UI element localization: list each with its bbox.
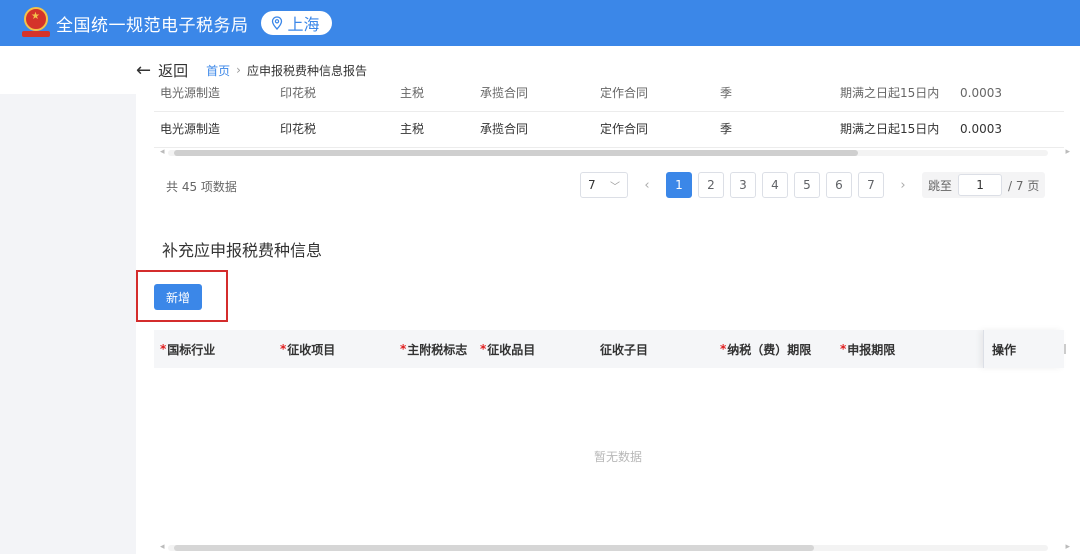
supplement-table-hscrollbar[interactable]: ◂ ▸ <box>160 542 1070 552</box>
page-button[interactable]: 6 <box>826 172 852 198</box>
app-title: 全国统一规范电子税务局 <box>56 15 249 36</box>
page-button[interactable]: 2 <box>698 172 724 198</box>
table-row: 电光源制造 印花税 主税 承揽合同 定作合同 季 期满之日起15日内 0.000… <box>154 110 1064 148</box>
empty-state: 暂无数据 <box>594 450 643 464</box>
column-header-sub-item: 征收子目 <box>600 342 649 357</box>
scroll-left-icon[interactable]: ◂ <box>160 147 165 157</box>
region-label: 上海 <box>287 15 320 34</box>
cell-item: 印花税 <box>280 122 317 136</box>
scroll-thumb[interactable] <box>174 545 814 551</box>
cell-rate: 0.0003 <box>960 85 1002 100</box>
page-size-select[interactable]: 7 ﹀ <box>580 172 628 198</box>
column-header-actions: 操作 <box>983 330 1066 368</box>
add-button[interactable]: 新增 <box>154 284 202 310</box>
cell-sub-item: 定作合同 <box>600 86 649 100</box>
cell-period: 季 <box>720 122 733 136</box>
page-button[interactable]: 5 <box>794 172 820 198</box>
column-header-period: * 纳税（费）期限 <box>720 342 812 357</box>
column-header-industry: * 国标行业 <box>160 342 216 357</box>
prev-page-icon[interactable]: ‹ <box>634 178 660 193</box>
scroll-right-icon[interactable]: ▸ <box>1065 147 1070 157</box>
jump-suffix: / 7 页 <box>1008 178 1040 193</box>
scroll-left-icon[interactable]: ◂ <box>160 542 165 552</box>
page-jumper: 跳至 1 / 7 页 <box>922 172 1046 198</box>
column-edge <box>1064 344 1066 354</box>
upper-table-hscrollbar[interactable]: ◂ ▸ <box>160 147 1070 157</box>
jump-label: 跳至 <box>928 178 953 193</box>
cell-sub-item: 定作合同 <box>600 122 649 136</box>
left-sidebar <box>0 46 136 554</box>
top-header: ★ 全国统一规范电子税务局 上海 <box>0 0 1080 46</box>
section-title: 补充应申报税费种信息 <box>162 241 323 260</box>
page-button[interactable]: 1 <box>666 172 692 198</box>
scroll-thumb[interactable] <box>174 150 858 156</box>
page-button[interactable]: 4 <box>762 172 788 198</box>
cell-declare-period: 期满之日起15日内 <box>840 122 940 136</box>
cell-period: 季 <box>720 86 733 100</box>
back-arrow-icon: ← <box>136 59 152 81</box>
content-panel: 电光源制造 印花税 主税 承揽合同 定作合同 季 期满之日起15日内 0.000… <box>136 86 1080 554</box>
cell-category: 承揽合同 <box>480 122 529 136</box>
cell-industry: 电光源制造 <box>160 122 221 136</box>
tax-emblem-icon: ★ <box>22 7 50 39</box>
scroll-right-icon[interactable]: ▸ <box>1065 542 1070 552</box>
pagination: 7 ﹀ ‹ 1234567 › 跳至 1 / 7 页 <box>580 172 1046 198</box>
supplement-table-header: * 国标行业 * 征收项目 * 主附税标志 * 征收品目 征收子目 * 纳税（费）期限 *… <box>154 330 1066 368</box>
cell-category: 承揽合同 <box>480 86 529 100</box>
actions-label: 操作 <box>992 342 1017 357</box>
page-number-list: 1234567 <box>666 172 890 198</box>
cell-industry: 电光源制造 <box>160 86 221 100</box>
region-selector[interactable]: 上海 <box>260 11 332 35</box>
cell-tax-type: 主税 <box>400 86 425 100</box>
jump-page-input[interactable]: 1 <box>958 174 1003 196</box>
cell-declare-period: 期满之日起15日内 <box>840 86 940 100</box>
table-row: 电光源制造 印花税 主税 承揽合同 定作合同 季 期满之日起15日内 0.000… <box>154 74 1064 112</box>
total-count: 共 45 项数据 <box>166 180 237 194</box>
cell-tax-type: 主税 <box>400 122 425 136</box>
page-size-value: 7 <box>588 178 596 192</box>
chevron-down-icon: ﹀ <box>610 181 620 193</box>
column-header-tax-flag: * 主附税标志 <box>400 342 468 357</box>
column-header-declare-period: * 申报期限 <box>840 342 896 357</box>
sidebar-top-block <box>0 46 136 94</box>
page-button[interactable]: 3 <box>730 172 756 198</box>
location-pin-icon <box>271 16 282 30</box>
column-header-category: * 征收品目 <box>480 342 536 357</box>
column-header-item: * 征收项目 <box>280 342 336 357</box>
next-page-icon[interactable]: › <box>890 178 916 193</box>
cell-item: 印花税 <box>280 86 317 100</box>
page-button[interactable]: 7 <box>858 172 884 198</box>
cell-rate: 0.0003 <box>960 121 1002 136</box>
